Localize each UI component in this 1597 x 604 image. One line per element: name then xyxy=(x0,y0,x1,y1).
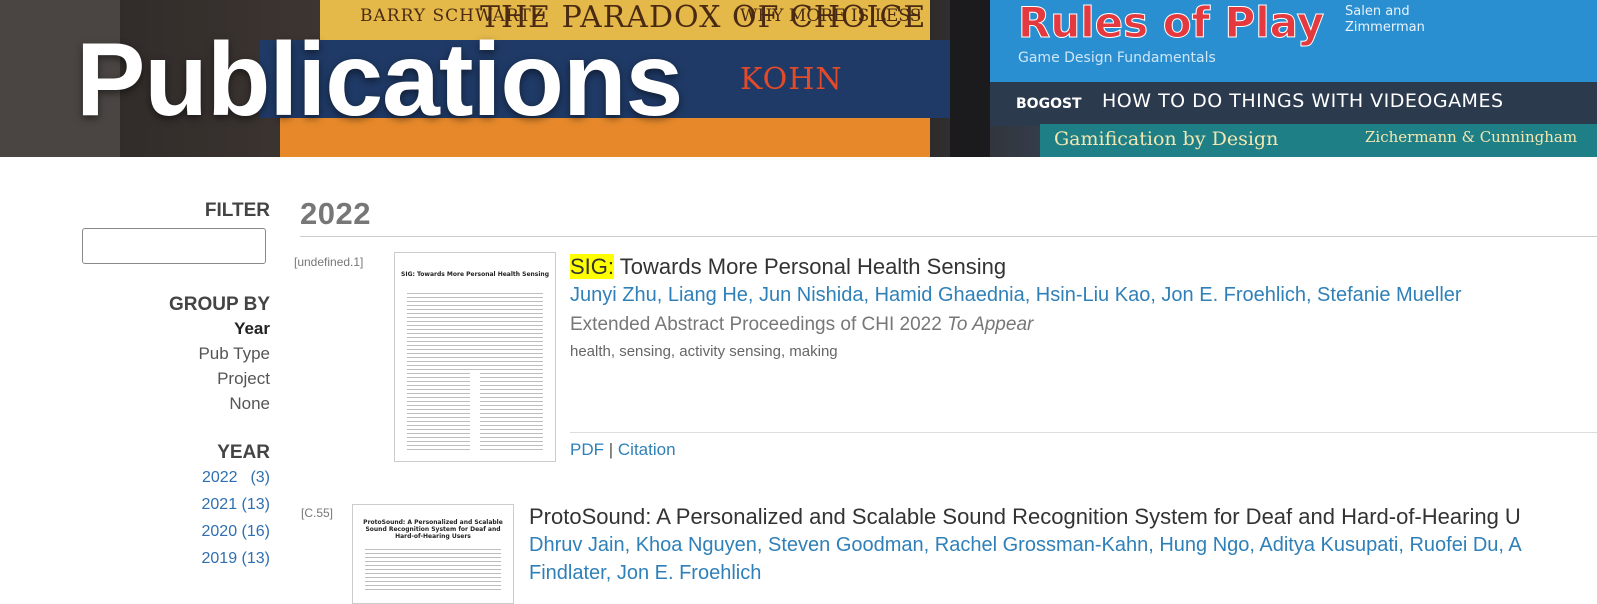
banner-book-kohn-label: KOHN xyxy=(740,62,843,97)
group-by-year[interactable]: Year xyxy=(80,316,270,341)
banner-book-rules-of-play: Rules of Play Game Design Fundamentals S… xyxy=(990,0,1597,82)
banner-book-bogost-author: BOGOST xyxy=(1016,96,1082,112)
group-by-label: GROUP BY xyxy=(168,294,270,315)
year-link-label: 2020 xyxy=(201,523,238,540)
filter-input[interactable] xyxy=(82,228,266,264)
year-link-2022[interactable]: 2022 (3) xyxy=(80,464,270,491)
thumbnail-text-lines xyxy=(365,549,501,593)
venue-status: To Appear xyxy=(947,314,1034,335)
filter-label: FILTER xyxy=(204,200,270,221)
publication-venue: Extended Abstract Proceedings of CHI 202… xyxy=(570,314,1033,336)
year-link-label: 2021 xyxy=(201,496,238,513)
year-label: YEAR xyxy=(217,442,270,463)
thumbnail-title: ProtoSound: A Personalized and Scalable … xyxy=(363,519,503,540)
year-link-count: (13) xyxy=(241,550,270,567)
publication-authors-continued[interactable]: Findlater, Jon E. Froehlich xyxy=(529,562,761,585)
sig-badge: SIG: xyxy=(570,254,615,279)
group-by-project[interactable]: Project xyxy=(80,366,270,391)
year-heading: 2022 xyxy=(300,196,371,231)
group-by-pub-type[interactable]: Pub Type xyxy=(80,341,270,366)
thumbnail-title: SIG: Towards More Personal Health Sensin… xyxy=(401,271,549,278)
year-link-label: 2019 xyxy=(201,550,238,567)
banner-book-bogost-title: HOW TO DO THINGS WITH VIDEOGAMES xyxy=(1102,90,1504,112)
banner-book-rules-title: Rules of Play xyxy=(1017,0,1325,48)
publication-title[interactable]: ProtoSound: A Personalized and Scalable … xyxy=(529,504,1521,530)
publication-list: 2022 [undefined.1] SIG: Towards More Per… xyxy=(294,196,1597,604)
publication-thumbnail[interactable]: ProtoSound: A Personalized and Scalable … xyxy=(352,504,514,604)
banner-book-rules-sub: Game Design Fundamentals xyxy=(1018,50,1216,66)
banner-book-paradox-sub: WHY MORE IS LESS xyxy=(740,6,922,26)
publication-authors[interactable]: Dhruv Jain, Khoa Nguyen, Steven Goodman,… xyxy=(529,534,1522,557)
year-link-count: (16) xyxy=(241,523,270,540)
banner-book-dark xyxy=(950,0,990,157)
publication-title[interactable]: SIG: Towards More Personal Health Sensin… xyxy=(570,254,1006,280)
banner-book-rules-authors: Salen and Zimmerman xyxy=(1345,4,1425,35)
page-title: Publications xyxy=(76,22,683,138)
link-separator: | xyxy=(608,440,614,459)
publication-links: PDF | Citation xyxy=(570,440,676,460)
venue-name: Extended Abstract Proceedings of CHI 202… xyxy=(570,314,942,335)
pdf-link[interactable]: PDF xyxy=(570,440,604,459)
year-link-label: 2022 xyxy=(201,469,238,486)
banner-book-gam-authors: Zichermann & Cunningham xyxy=(1365,128,1578,146)
thumbnail-column-gap xyxy=(470,373,480,451)
year-link-2021[interactable]: 2021 (13) xyxy=(80,491,271,518)
year-link-2019[interactable]: 2019 (13) xyxy=(80,545,271,572)
publication-thumbnail[interactable]: SIG: Towards More Personal Health Sensin… xyxy=(394,252,556,462)
banner-book-gamification: Gamification by Design Zichermann & Cunn… xyxy=(1040,124,1597,157)
group-by-none[interactable]: None xyxy=(80,391,270,416)
publication-id: [undefined.1] xyxy=(294,255,364,269)
year-link-count: (3) xyxy=(250,469,270,486)
citation-link[interactable]: Citation xyxy=(618,440,676,459)
publication-id: [C.55] xyxy=(301,506,334,520)
banner-book-gam-title: Gamification by Design xyxy=(1054,128,1279,150)
year-link-count: (13) xyxy=(241,496,270,513)
header-banner: BARRY SCHWARTZ THE PARADOX OF CHOICE WHY… xyxy=(0,0,1597,157)
group-by-section: GROUP BY Year Pub Type Project None xyxy=(80,294,270,416)
publication-authors[interactable]: Junyi Zhu, Liang He, Jun Nishida, Hamid … xyxy=(570,284,1462,307)
publication-divider xyxy=(570,432,1597,433)
sidebar: FILTER GROUP BY Year Pub Type Project No… xyxy=(80,200,270,572)
publication-title-text: Towards More Personal Health Sensing xyxy=(619,254,1007,279)
publication-keywords: health, sensing, activity sensing, makin… xyxy=(570,343,838,360)
year-section: YEAR 2022 (3) 2021 (13) 2020 (16) 2019 (… xyxy=(80,442,271,572)
year-link-2020[interactable]: 2020 (16) xyxy=(80,518,271,545)
year-divider xyxy=(300,236,1597,237)
banner-book-bogost: BOGOST HOW TO DO THINGS WITH VIDEOGAMES xyxy=(990,82,1597,126)
